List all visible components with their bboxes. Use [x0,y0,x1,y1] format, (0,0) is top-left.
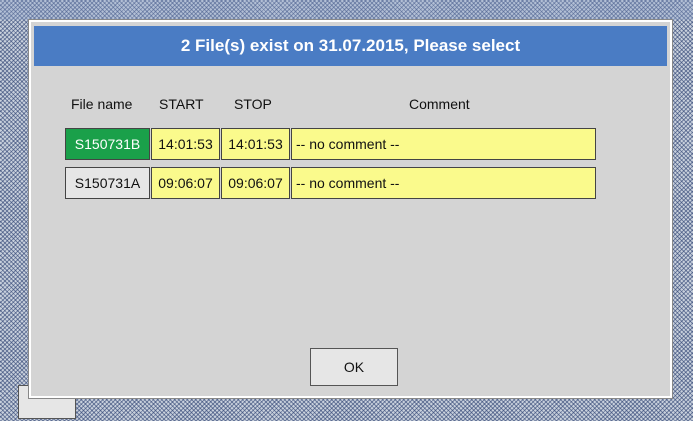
ok-button[interactable]: OK [310,348,398,386]
column-headers: File name START STOP Comment [31,96,670,114]
comment-field[interactable]: -- no comment -- [291,167,596,199]
comment-field[interactable]: -- no comment -- [291,128,596,160]
file-button-s150731a[interactable]: S150731A [65,167,150,199]
file-select-dialog: 2 File(s) exist on 31.07.2015, Please se… [29,20,672,398]
header-comment: Comment [409,96,470,112]
stop-time-field[interactable]: 09:06:07 [221,167,290,199]
header-stop: STOP [234,96,272,112]
file-row: S150731A 09:06:07 09:06:07 -- no comment… [31,167,670,199]
file-button-s150731b[interactable]: S150731B [65,128,150,160]
dialog-title: 2 File(s) exist on 31.07.2015, Please se… [34,26,667,66]
stop-time-field[interactable]: 14:01:53 [221,128,290,160]
file-row: S150731B 14:01:53 14:01:53 -- no comment… [31,128,670,160]
background-header-bar [0,0,693,20]
header-file-name: File name [71,96,133,112]
header-start: START [159,96,204,112]
start-time-field[interactable]: 09:06:07 [151,167,220,199]
start-time-field[interactable]: 14:01:53 [151,128,220,160]
